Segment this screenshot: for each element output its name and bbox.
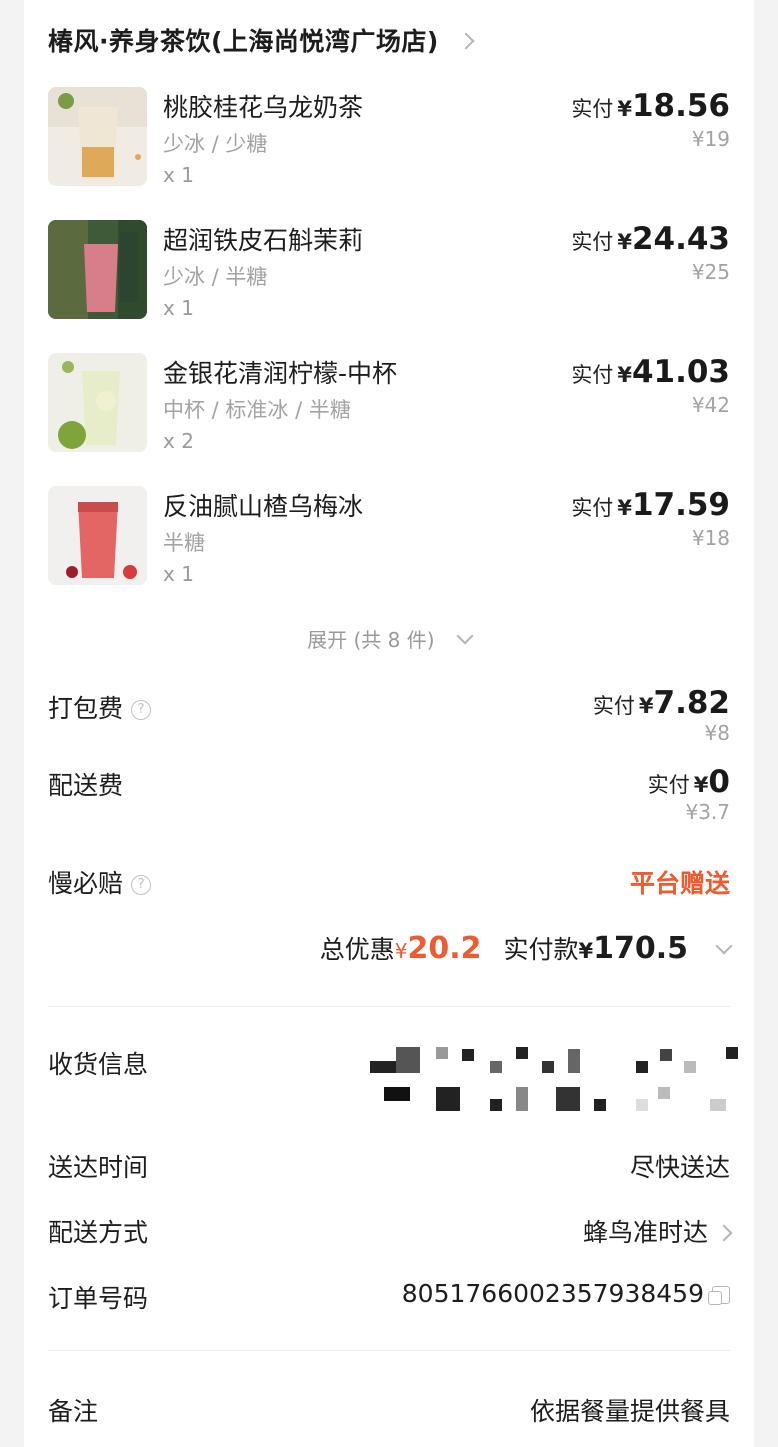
product-image [48, 220, 147, 319]
order-number-value: 8051766002357938459 [401, 1279, 704, 1308]
store-name: 椿风·养身茶饮(上海尚悦湾广场店) [48, 27, 439, 56]
item-name: 金银花清润柠檬-中杯 [163, 359, 398, 388]
help-icon[interactable]: ? [131, 875, 152, 895]
chevron-down-icon [456, 627, 474, 645]
expand-items-button[interactable]: 展开 (共 8 件) [24, 624, 754, 653]
delivery-fee-paid: 实付 ¥0 [647, 764, 730, 800]
item-name: 桃胶桂花乌龙奶茶 [163, 93, 364, 122]
item-paid-price: 实付 ¥24.43 [571, 221, 730, 257]
item-spec: 中杯 / 标准冰 / 半糖 [163, 398, 351, 422]
expand-label: 展开 (共 8 件) [307, 628, 435, 652]
order-totals[interactable]: 总优惠¥20.2 实付款¥170.5 [319, 930, 733, 966]
item-paid-price: 实付 ¥18.56 [571, 88, 730, 124]
item-paid-price: 实付 ¥17.59 [571, 487, 730, 523]
order-number-label: 订单号码 [48, 1284, 149, 1313]
item-quantity: x 1 [163, 163, 194, 187]
remark-value: 依据餐量提供餐具 [529, 1397, 730, 1426]
item-quantity: x 2 [163, 429, 194, 453]
chevron-down-icon [715, 937, 733, 955]
divider [48, 1006, 730, 1007]
address-redacted [364, 1045, 744, 1117]
packing-fee-label: 打包费 [48, 694, 124, 723]
chevron-right-icon [715, 1224, 733, 1242]
platform-gift-value: 平台赠送 [629, 869, 730, 898]
total-paid-label: 实付款 [503, 935, 579, 964]
item-original-price: ¥25 [691, 260, 730, 284]
order-detail-card: 椿风·养身茶饮(上海尚悦湾广场店) 桃胶桂花乌龙奶茶 少冰 / 少糖 x 1 实… [24, 0, 754, 1447]
packing-fee-original: ¥8 [704, 721, 730, 745]
item-quantity: x 1 [163, 562, 194, 586]
item-paid-price: 实付 ¥41.03 [571, 354, 730, 390]
help-icon[interactable]: ? [131, 700, 152, 720]
store-name-link[interactable]: 椿风·养身茶饮(上海尚悦湾广场店) [48, 22, 475, 58]
item-quantity: x 1 [163, 296, 194, 320]
slow-compensation-label: 慢必赔 [48, 869, 124, 898]
item-name: 反油腻山楂乌梅冰 [163, 492, 364, 521]
item-spec: 半糖 [163, 531, 205, 555]
total-discount-label: 总优惠 [319, 935, 395, 964]
delivery-method-link[interactable]: 蜂鸟准时达 [582, 1213, 733, 1249]
address-label: 收货信息 [48, 1050, 149, 1079]
packing-fee-paid: 实付 ¥7.82 [592, 685, 730, 721]
total-discount-amount: 20.2 [407, 931, 482, 966]
delivery-fee-label: 配送费 [48, 771, 124, 800]
item-spec: 少冰 / 半糖 [163, 265, 268, 289]
packing-fee-row: 打包费? [48, 689, 152, 725]
delivery-fee-original: ¥3.7 [685, 800, 730, 824]
delivery-time-value: 尽快送达 [629, 1153, 730, 1182]
slow-compensation-row: 慢必赔? [48, 864, 152, 900]
item-original-price: ¥42 [691, 393, 730, 417]
total-paid-amount: 170.5 [593, 931, 689, 966]
delivery-method-label: 配送方式 [48, 1218, 149, 1247]
chevron-right-icon [457, 32, 475, 50]
item-original-price: ¥18 [691, 526, 730, 550]
item-spec: 少冰 / 少糖 [163, 132, 268, 156]
product-image [48, 353, 147, 452]
product-image [48, 486, 147, 585]
item-name: 超润铁皮石斛茉莉 [163, 226, 364, 255]
order-number-row: 8051766002357938459 [402, 1279, 730, 1308]
delivery-method-value: 蜂鸟准时达 [582, 1218, 708, 1247]
remark-label: 备注 [48, 1397, 99, 1426]
product-image [48, 87, 147, 186]
divider [48, 1350, 730, 1351]
copy-icon[interactable] [708, 1286, 730, 1305]
delivery-time-label: 送达时间 [48, 1153, 149, 1182]
item-original-price: ¥19 [691, 127, 730, 151]
